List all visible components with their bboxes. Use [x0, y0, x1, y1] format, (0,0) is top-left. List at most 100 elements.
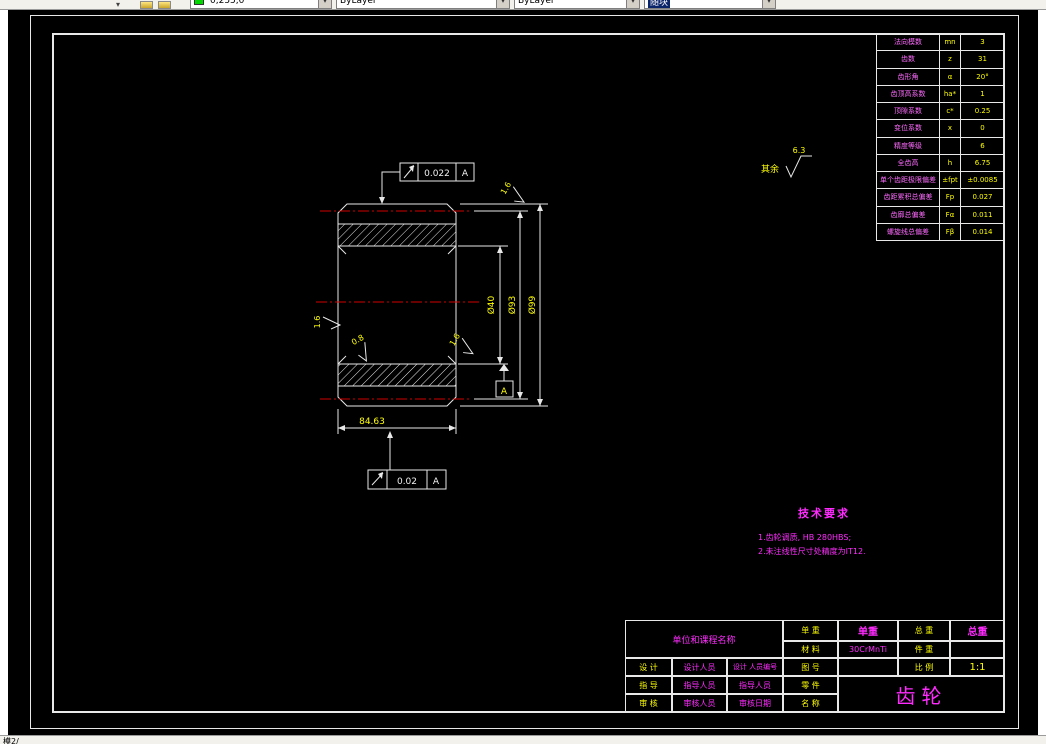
param-value: 0.011	[972, 210, 993, 219]
param-value: 6.75	[974, 158, 991, 167]
tech-requirement-line: 1.齿轮调质, HB 280HBS;	[758, 533, 852, 542]
dimension-pitch-diameter[interactable]: Ø93	[507, 211, 523, 399]
param-value: 0.25	[974, 107, 991, 116]
param-value: 31	[978, 55, 987, 64]
roughness-value: 1.6	[448, 332, 462, 348]
param-symbol: Fp	[940, 189, 961, 206]
material-label-cell: 材 料	[783, 641, 838, 658]
advisor-label-cell: 指 导	[625, 676, 672, 694]
param-label: 单个齿距极限偏差	[877, 172, 940, 189]
param-label: 齿距累积总偏差	[877, 189, 940, 206]
dimension-text: Ø93	[507, 296, 518, 315]
param-label: 螺旋线总偏差	[877, 223, 940, 240]
tech-requirements-title: 技术要求	[798, 507, 850, 520]
param-value: 20°	[976, 72, 989, 81]
unit-name-cell: 单位和课程名称	[625, 620, 783, 658]
roughness-value: 6.3	[793, 146, 806, 155]
param-label: 齿顶高系数	[877, 85, 940, 102]
param-row: 法向模数 mn 3	[877, 34, 1004, 52]
name-label-cell: 名 称	[783, 694, 838, 713]
gear-parameter-table: 法向模数 mn 3 齿数 z 31 齿形角 α 20° 齿顶高系数 ha* 1 顶隙系数 c* 0.…	[876, 33, 1005, 241]
chamfer-tick	[337, 245, 347, 255]
param-symbol	[940, 137, 961, 154]
param-value: 3	[980, 38, 985, 47]
unit-weight-label-cell: 单 重	[783, 620, 838, 641]
param-symbol: c*	[940, 103, 961, 120]
param-label: 齿形角	[877, 68, 940, 85]
param-symbol: Fα	[940, 206, 961, 223]
param-symbol: z	[940, 51, 961, 68]
scale-label-cell: 比 例	[898, 658, 950, 676]
param-label: 精度等级	[877, 137, 940, 154]
roughness-value: 0.8	[350, 333, 366, 347]
drawing-no-label-cell: 图 号	[783, 658, 838, 676]
param-label: 齿廓总偏差	[877, 206, 940, 223]
param-label: 顶隙系数	[877, 103, 940, 120]
param-value: 1	[980, 89, 985, 98]
param-label: 法向模数	[877, 34, 940, 51]
dimension-tip-diameter[interactable]: Ø99	[527, 204, 543, 406]
review-date-cell: 审核日期	[727, 694, 783, 713]
param-row: 精度等级 6	[877, 137, 1004, 155]
roughness-prefix: 其余	[761, 163, 779, 175]
param-row: 全齿高 h 6.75	[877, 154, 1004, 172]
param-row: 单个齿距极限偏差 ±fpt ±0.0085	[877, 172, 1004, 190]
dimension-text: 84.63	[359, 417, 385, 427]
param-row: 齿廓总偏差 Fα 0.011	[877, 206, 1004, 224]
roughness-symbol[interactable]: 1.6	[313, 316, 342, 330]
part-name-cell: 齿轮	[838, 676, 1005, 713]
tolerance-datum: A	[462, 169, 469, 179]
status-bar-text: 模2/	[3, 737, 19, 744]
param-row: 变位系数 x 0	[877, 120, 1004, 138]
application-window: ▾ 0,255,0 ▾ ByLayer ▾ ByLayer ▾ 随块 ▾ Ø40…	[0, 0, 1046, 744]
review-label-cell: 审 核	[625, 694, 672, 713]
chamfer-tick	[447, 245, 457, 255]
chamfer-tick	[337, 355, 347, 365]
dimension-text: Ø40	[486, 295, 497, 314]
param-label: 变位系数	[877, 120, 940, 137]
param-value: 0.027	[972, 193, 993, 202]
hatch-top-rim	[338, 224, 456, 246]
part-label-cell: 零 件	[783, 676, 838, 694]
param-value: 6	[980, 141, 985, 150]
roughness-symbol[interactable]: 1.6	[448, 332, 478, 357]
designer-no-cell: 设计 人员编号	[727, 658, 783, 676]
tolerance-datum: A	[433, 477, 440, 487]
roughness-symbol[interactable]: 0.8	[349, 333, 374, 363]
roughness-symbol[interactable]: 1.6	[499, 180, 529, 205]
param-row: 齿顶高系数 ha* 1	[877, 85, 1004, 103]
total-weight-value-cell: 总重	[950, 620, 1005, 641]
dimension-bore-diameter[interactable]: Ø40	[486, 246, 503, 364]
advisor-cell: 指导人员	[672, 676, 727, 694]
reviewer-cell: 审核人员	[672, 694, 727, 713]
status-bar: 模2/	[0, 735, 1046, 744]
tolerance-frame-bottom[interactable]: 0.02 A	[367, 431, 447, 490]
material-value-cell: 30CrMnTi	[838, 641, 898, 658]
advisor2-cell: 指导人员	[727, 676, 783, 694]
scale-value-cell: 1:1	[950, 658, 1005, 676]
design-label-cell: 设 计	[625, 658, 672, 676]
param-row: 螺旋线总偏差 Fβ 0.014	[877, 223, 1004, 240]
dimension-face-width[interactable]: 84.63	[337, 409, 457, 434]
param-row: 齿数 z 31	[877, 51, 1004, 69]
drawing-no-value-cell	[838, 658, 898, 676]
datum-label: A	[501, 387, 508, 397]
param-value: 0	[980, 124, 985, 133]
param-symbol: x	[940, 120, 961, 137]
piece-weight-label-cell: 件 重	[898, 641, 950, 658]
param-row: 顶隙系数 c* 0.25	[877, 103, 1004, 121]
param-value: 0.014	[972, 227, 993, 236]
param-symbol: Fβ	[940, 223, 961, 240]
hatch-bottom-rim	[338, 364, 456, 386]
piece-weight-value-cell	[950, 641, 1005, 658]
param-value: ±0.0085	[967, 176, 998, 185]
param-symbol: h	[940, 154, 961, 171]
param-label: 全齿高	[877, 154, 940, 171]
roughness-rest-symbol[interactable]: 其余 6.3	[761, 146, 812, 179]
tech-requirement-line: 2.未注线性尺寸处精度为IT12.	[758, 547, 866, 556]
param-symbol: mn	[940, 34, 961, 51]
datum-feature-symbol[interactable]: A	[495, 364, 514, 398]
tolerance-value: 0.02	[397, 477, 417, 487]
tolerance-frame-top[interactable]: 0.022 A	[379, 162, 475, 204]
dimension-text: Ø99	[527, 295, 538, 314]
